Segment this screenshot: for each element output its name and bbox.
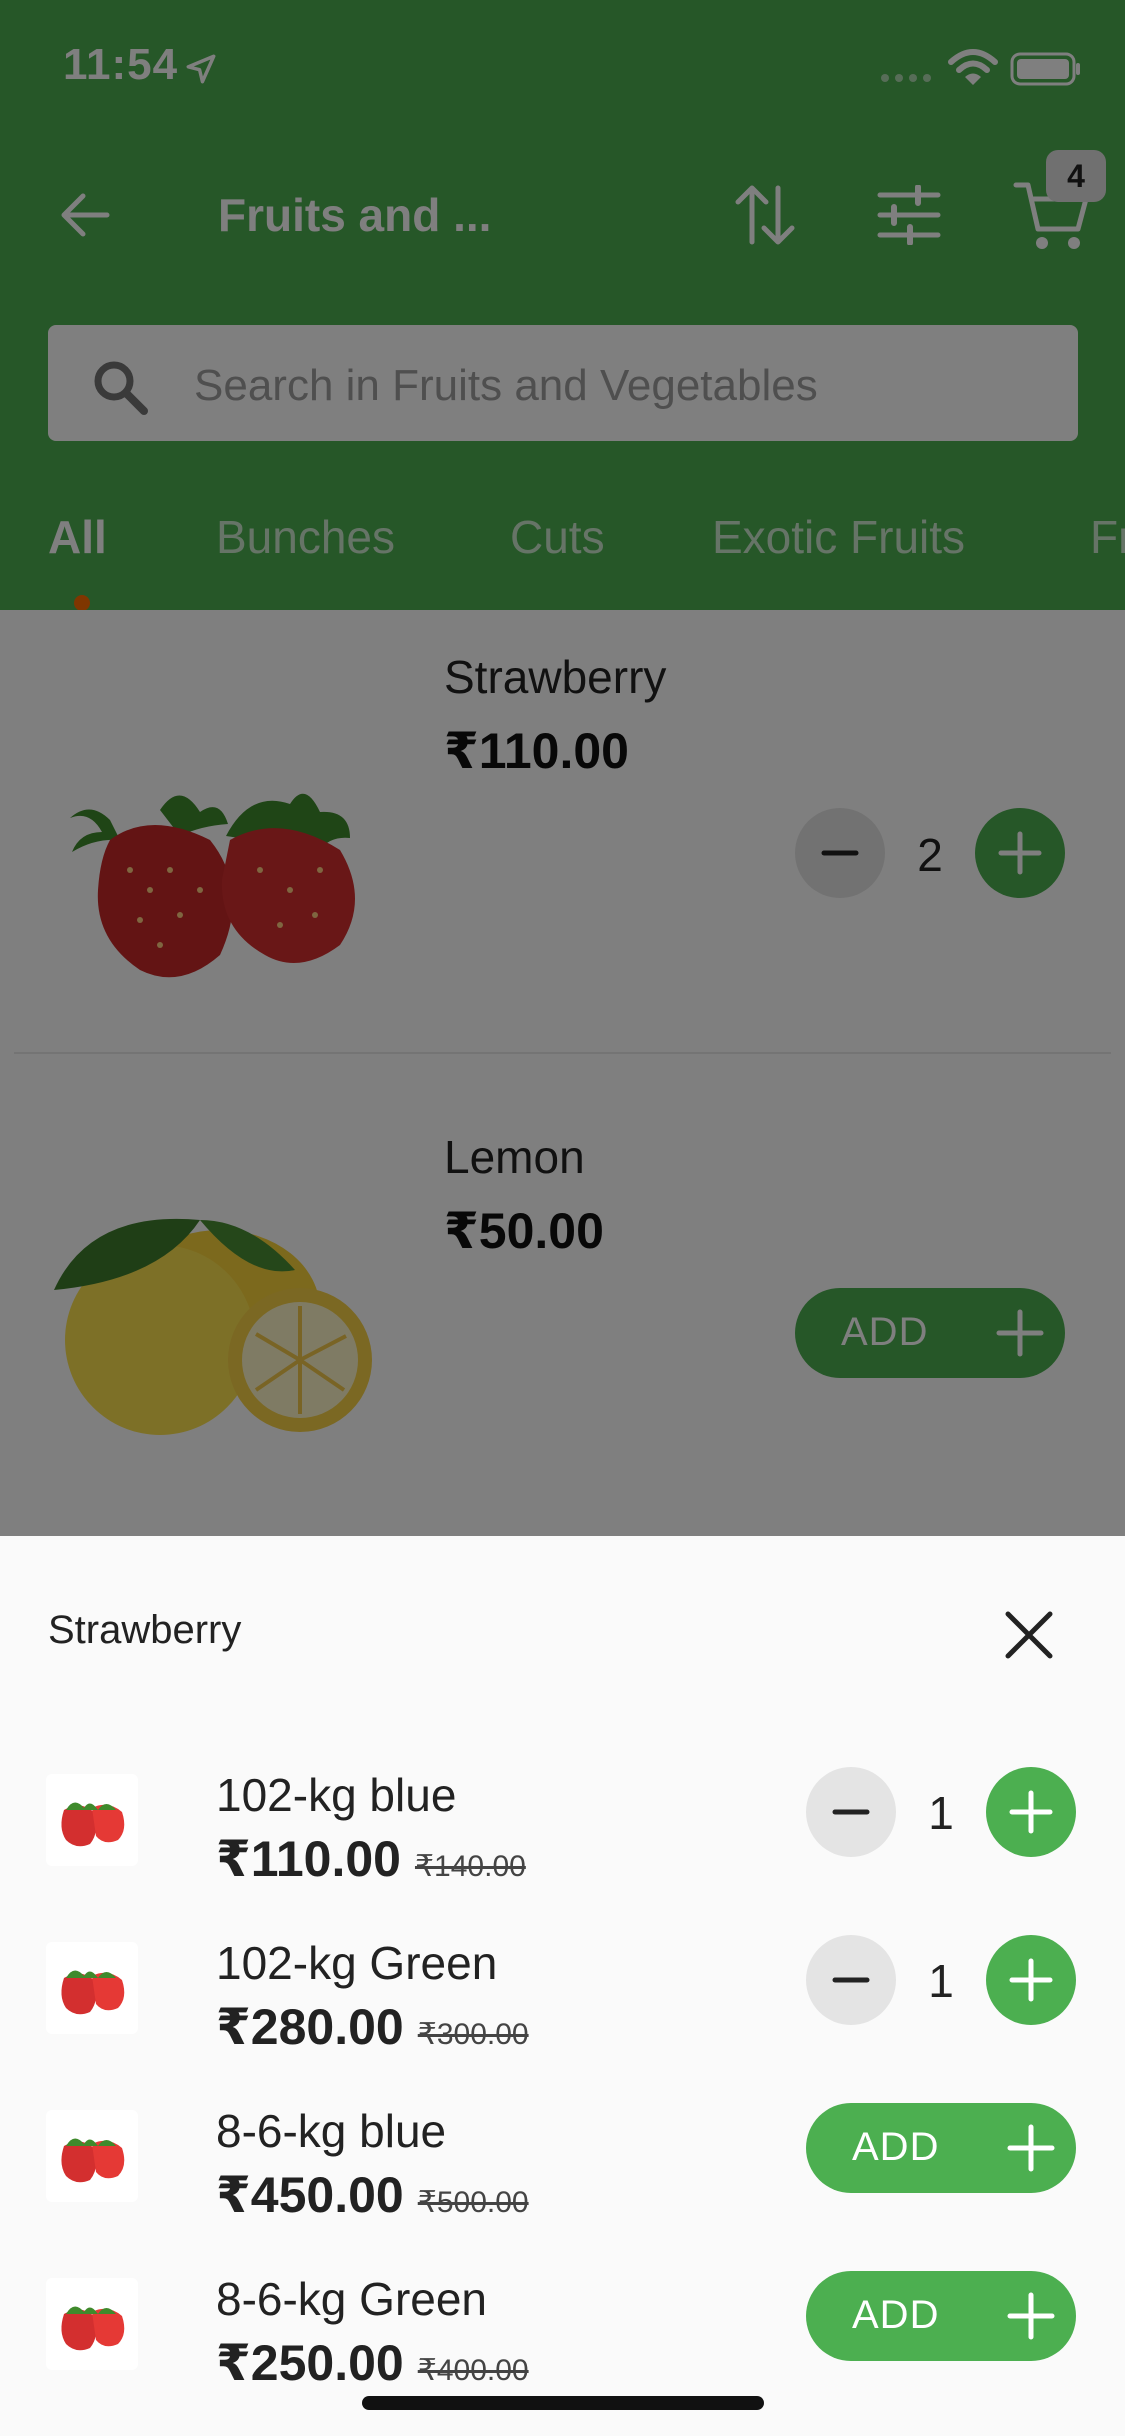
increase-quantity-button[interactable] bbox=[975, 808, 1065, 898]
decrease-quantity-button[interactable] bbox=[806, 1935, 896, 2025]
quantity-value: 2 bbox=[917, 829, 943, 881]
variant-price: ₹450.00 ₹500.00 bbox=[216, 2166, 529, 2224]
tab-cuts[interactable]: Cuts bbox=[510, 510, 605, 564]
strawberry-thumbnail-icon bbox=[61, 1970, 125, 2015]
variant-price: ₹250.00 ₹400.00 bbox=[216, 2334, 529, 2392]
back-arrow-icon[interactable] bbox=[55, 185, 115, 245]
minus-icon bbox=[821, 850, 859, 856]
variant-name: 8-6-kg blue bbox=[216, 2105, 447, 2157]
battery-icon bbox=[1010, 52, 1080, 86]
variant-thumbnail bbox=[46, 1942, 138, 2034]
variant-thumbnail bbox=[46, 2110, 138, 2202]
decrease-quantity-button[interactable] bbox=[806, 1767, 896, 1857]
variant-sale-price: ₹250.00 bbox=[216, 2335, 404, 2391]
wifi-icon bbox=[948, 49, 998, 85]
plus-icon bbox=[996, 1309, 1044, 1357]
add-to-cart-button[interactable]: ADD bbox=[795, 1288, 1065, 1378]
category-tabs: All Bunches Cuts Exotic Fruits Fr bbox=[0, 500, 1125, 610]
variant-price: ₹280.00 ₹300.00 bbox=[216, 1998, 529, 2056]
page-title: Fruits and ... bbox=[218, 189, 492, 241]
minus-icon bbox=[832, 1977, 870, 1983]
product-name: Strawberry bbox=[444, 651, 667, 703]
variant-thumbnail bbox=[46, 1774, 138, 1866]
product-name: Lemon bbox=[444, 1131, 585, 1183]
variant-name: 102-kg blue bbox=[216, 1769, 457, 1821]
plus-icon bbox=[1009, 1958, 1053, 2002]
variant-name: 102-kg Green bbox=[216, 1937, 498, 1989]
variant-sale-price: ₹280.00 bbox=[216, 1999, 404, 2055]
tab-exotic-fruits[interactable]: Exotic Fruits bbox=[712, 510, 965, 564]
add-button-label: ADD bbox=[852, 2293, 940, 2337]
variant-mrp: ₹300.00 bbox=[417, 2018, 529, 2051]
active-tab-indicator bbox=[74, 595, 90, 610]
lemon-image bbox=[54, 1218, 372, 1435]
variant-mrp: ₹500.00 bbox=[417, 2186, 529, 2219]
home-indicator[interactable] bbox=[362, 2396, 764, 2410]
plus-icon bbox=[1007, 2292, 1055, 2340]
variant-row[interactable]: 8-6-kg blue ₹450.00 ₹500.00 ADD bbox=[0, 2103, 1125, 2272]
search-icon bbox=[94, 361, 148, 415]
plus-icon bbox=[998, 831, 1042, 875]
app-header: 11:54 Fruits and ... 4 Search in Fruits … bbox=[0, 0, 1125, 610]
product-price: ₹50.00 bbox=[444, 1203, 604, 1259]
search-input[interactable]: Search in Fruits and Vegetables bbox=[48, 325, 1078, 441]
location-arrow-icon bbox=[186, 54, 216, 84]
variant-name: 8-6-kg Green bbox=[216, 2273, 488, 2325]
product-list: Strawberry ₹110.00 2 Lemon ₹50.00 ADD bbox=[0, 610, 1125, 1536]
strawberry-thumbnail-icon bbox=[61, 1802, 125, 1847]
search-placeholder: Search in Fruits and Vegetables bbox=[194, 361, 818, 410]
add-to-cart-button[interactable]: ADD bbox=[806, 2271, 1076, 2361]
add-to-cart-button[interactable]: ADD bbox=[806, 2103, 1076, 2193]
strawberry-thumbnail-icon bbox=[61, 2306, 125, 2351]
product-card[interactable]: Strawberry ₹110.00 2 bbox=[0, 610, 1125, 1090]
variant-price: ₹110.00 ₹140.00 bbox=[216, 1830, 526, 1888]
increase-quantity-button[interactable] bbox=[986, 1935, 1076, 2025]
sheet-title: Strawberry bbox=[48, 1608, 242, 1652]
close-icon[interactable] bbox=[1000, 1606, 1058, 1664]
tab-bunches[interactable]: Bunches bbox=[216, 510, 395, 564]
cart-count-badge[interactable]: 4 bbox=[1046, 150, 1106, 202]
status-bar: 11:54 bbox=[0, 0, 1125, 132]
decrease-quantity-button[interactable] bbox=[795, 808, 885, 898]
quantity-value: 1 bbox=[928, 1787, 954, 1839]
increase-quantity-button[interactable] bbox=[986, 1767, 1076, 1857]
filter-sliders-icon[interactable] bbox=[874, 185, 944, 245]
variant-row[interactable]: 8-6-kg Green ₹250.00 ₹400.00 ADD bbox=[0, 2271, 1125, 2436]
quantity-value: 1 bbox=[928, 1955, 954, 2007]
strawberry-image bbox=[70, 793, 355, 978]
strawberry-thumbnail-icon bbox=[61, 2138, 125, 2183]
add-button-label: ADD bbox=[841, 1310, 929, 1354]
product-price: ₹110.00 bbox=[444, 723, 629, 779]
sort-icon[interactable] bbox=[730, 180, 800, 250]
list-divider bbox=[14, 1052, 1111, 1054]
tab-all[interactable]: All bbox=[48, 510, 107, 564]
variant-sale-price: ₹110.00 bbox=[216, 1831, 401, 1887]
status-time: 11:54 bbox=[63, 40, 179, 89]
cellular-signal-icon bbox=[881, 74, 931, 82]
variant-row[interactable]: 102-kg Green ₹280.00 ₹300.00 1 bbox=[0, 1935, 1125, 2104]
variant-thumbnail bbox=[46, 2278, 138, 2370]
minus-icon bbox=[832, 1809, 870, 1815]
variant-sale-price: ₹450.00 bbox=[216, 2167, 404, 2223]
variant-bottom-sheet: Strawberry 102-kg blue ₹110.00 ₹140.00 1 bbox=[0, 1536, 1125, 2436]
tab-fruits[interactable]: Fr bbox=[1090, 510, 1125, 564]
plus-icon bbox=[1007, 2124, 1055, 2172]
add-button-label: ADD bbox=[852, 2125, 940, 2169]
product-card[interactable]: Lemon ₹50.00 ADD bbox=[0, 1090, 1125, 1570]
plus-icon bbox=[1009, 1790, 1053, 1834]
variant-mrp: ₹400.00 bbox=[417, 2354, 529, 2387]
variant-row[interactable]: 102-kg blue ₹110.00 ₹140.00 1 bbox=[0, 1767, 1125, 1936]
variant-mrp: ₹140.00 bbox=[414, 1850, 526, 1883]
